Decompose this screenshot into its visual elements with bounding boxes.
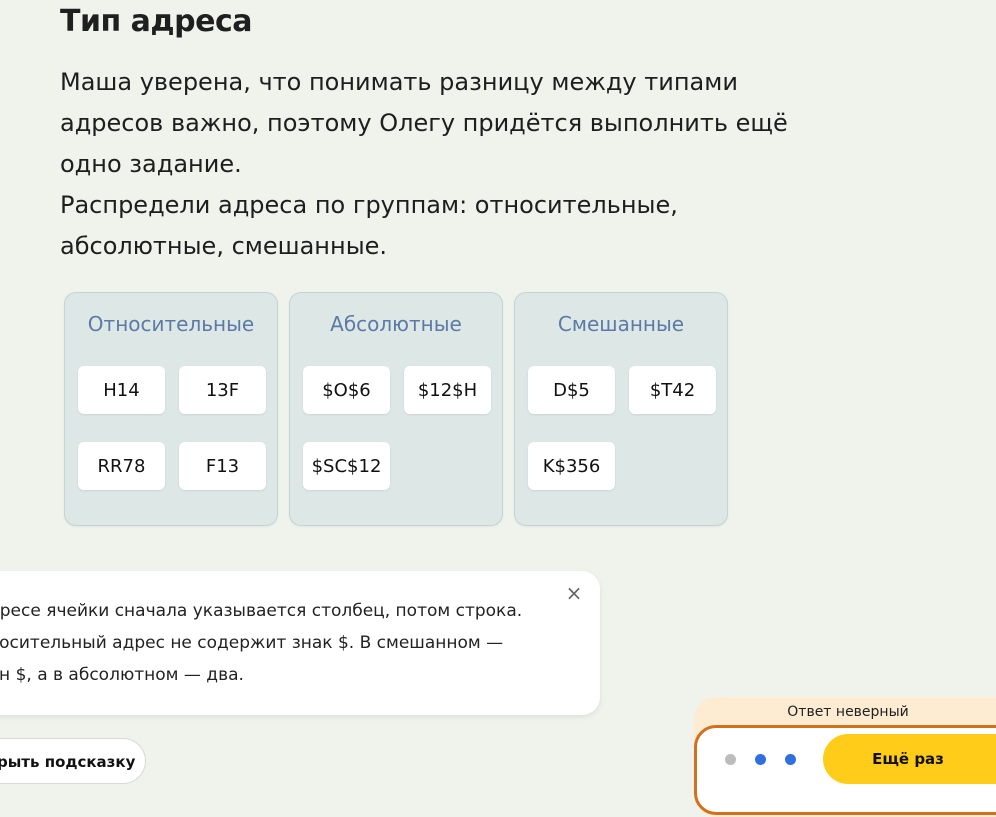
- hint-text: дресе ячейки сначала указывается столбец…: [0, 595, 548, 691]
- result-status: Ответ неверный: [787, 704, 909, 720]
- task-instruction: Распредели адреса по группам: относитель…: [60, 191, 678, 260]
- address-chip[interactable]: $SC$12: [303, 442, 390, 490]
- group-title: Относительные: [87, 312, 255, 336]
- result-panel: Ответ неверный Ещё раз: [694, 697, 996, 817]
- hint-popup: дресе ячейки сначала указывается столбец…: [0, 571, 600, 715]
- close-icon[interactable]: ×: [564, 583, 584, 603]
- address-chip[interactable]: D$5: [528, 366, 615, 414]
- result-controls: Ещё раз: [694, 725, 996, 815]
- hint-line: ин $, а в абсолютном — два.: [0, 665, 244, 685]
- address-chip[interactable]: 13F: [179, 366, 266, 414]
- address-chip[interactable]: $O$6: [303, 366, 390, 414]
- attempt-dot: [755, 754, 766, 765]
- retry-button[interactable]: Ещё раз: [823, 734, 996, 784]
- address-chip[interactable]: F13: [179, 442, 266, 490]
- attempt-dot: [785, 754, 796, 765]
- address-chip[interactable]: $12$H: [404, 366, 491, 414]
- group-mixed[interactable]: Смешанные D$5 $T42 K$356: [514, 292, 728, 526]
- group-title: Абсолютные: [330, 312, 462, 336]
- hide-hint-button[interactable]: рыть подсказку: [0, 738, 146, 784]
- group-absolute[interactable]: Абсолютные $O$6 $12$H $SC$12: [289, 292, 503, 526]
- address-chip[interactable]: H14: [78, 366, 165, 414]
- group-relative[interactable]: Относительные H14 13F RR78 F13: [64, 292, 278, 526]
- task-paragraph: Маша уверена, что понимать разницу между…: [60, 68, 788, 178]
- attempt-dot: [725, 754, 736, 765]
- hint-line: носительный адрес не содержит знак $. В …: [0, 633, 504, 653]
- task-description: Маша уверена, что понимать разницу между…: [60, 62, 840, 267]
- address-chip[interactable]: RR78: [78, 442, 165, 490]
- group-title: Смешанные: [557, 312, 685, 336]
- address-chip[interactable]: $T42: [629, 366, 716, 414]
- task-title: Тип адреса: [60, 4, 252, 39]
- address-chip[interactable]: K$356: [528, 442, 615, 490]
- hint-line: дресе ячейки сначала указывается столбец…: [0, 601, 523, 621]
